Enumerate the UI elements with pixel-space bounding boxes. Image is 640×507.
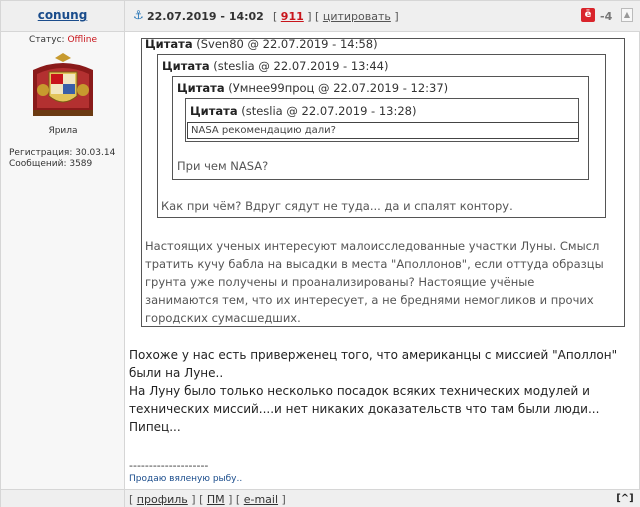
bracket: ] [ [307, 10, 320, 23]
quote-header: Цитата (Sven80 @ 22.07.2019 - 14:58) [145, 37, 378, 51]
quote-label: Цитата [177, 81, 225, 95]
bracket: [ [129, 493, 134, 506]
bracket: [ [273, 10, 278, 23]
post-footer: [ профиль ] [ ПМ ] [ e-mail ] [^] [1, 489, 640, 507]
profile-link[interactable]: профиль [137, 493, 188, 506]
quote-label: Цитата [145, 37, 193, 51]
status-label: Статус: [29, 35, 65, 45]
rating-up-icon[interactable]: ▲ [621, 8, 633, 22]
user-stats: Регистрация: 30.03.14 Сообщений: 3589 [9, 148, 115, 170]
forum-post: conung ⚓ 22.07.2019 - 14:02 [ 911 ] [ ци… [0, 0, 640, 507]
signature-text: Продаю вяленую рыбу.. [129, 474, 243, 484]
email-link[interactable]: e-mail [244, 493, 278, 506]
quote-label: Цитата [162, 59, 210, 73]
status-value: Offline [67, 35, 97, 45]
quote-source: (Sven80 @ 22.07.2019 - 14:58) [196, 37, 378, 51]
quote-text: Настоящих ученых интересуют малоисследов… [145, 239, 604, 325]
rating-value: -4 [600, 10, 613, 23]
bracket: ] [394, 10, 399, 23]
quote-source: (steslia @ 22.07.2019 - 13:28) [241, 104, 417, 118]
avatar[interactable] [27, 50, 99, 122]
author-header: conung [1, 1, 125, 32]
quote-source: (steslia @ 22.07.2019 - 13:44) [213, 59, 389, 73]
registration-date: Регистрация: 30.03.14 [9, 148, 116, 158]
quote-header: Цитата (steslia @ 22.07.2019 - 13:28) [190, 104, 416, 118]
user-info-panel: Статус: Offline Ярила Регистрация: 30.03… [1, 32, 125, 489]
anchor-icon[interactable]: ⚓ [133, 8, 144, 22]
message-line: На Луну было только несколько посадок вс… [129, 384, 600, 416]
cite-link[interactable]: цитировать [323, 10, 391, 23]
scroll-top-button[interactable]: [^] [615, 492, 635, 506]
quote-label: Цитата [190, 104, 238, 118]
quote-text: Как при чём? Вдруг сядут не туда... да и… [161, 199, 513, 213]
quote-text: При чем NASA? [177, 159, 269, 173]
message-body: Похоже у нас есть приверженец того, что … [129, 346, 639, 436]
reputation-bar: [ 911 ] [ цитировать ] [273, 10, 399, 23]
signature-divider: -------------------- [129, 459, 209, 472]
quote-text: NASA рекомендацию дали? [187, 122, 579, 139]
post-content: Цитата (Sven80 @ 22.07.2019 - 14:58) Цит… [125, 32, 640, 489]
bracket: ] [ [228, 493, 241, 506]
quote-source: (Умнее99проц @ 22.07.2019 - 12:37) [228, 81, 449, 95]
post-header: ⚓ 22.07.2019 - 14:02 [ 911 ] [ цитироват… [125, 1, 640, 32]
bracket: ] [281, 493, 286, 506]
post-datetime: 22.07.2019 - 14:02 [147, 10, 264, 23]
bracket: ] [ [191, 493, 204, 506]
reputation-link[interactable]: 911 [281, 10, 304, 23]
user-status: Статус: Offline [1, 35, 125, 45]
rating-down-icon[interactable]: ē [581, 8, 595, 22]
message-line: Пипец... [129, 420, 181, 434]
footer-links: [ профиль ] [ ПМ ] [ e-mail ] [129, 493, 286, 506]
post-count: Сообщений: 3589 [9, 159, 93, 169]
user-rank: Ярила [48, 126, 78, 136]
author-nick-link[interactable]: conung [38, 8, 88, 22]
quote-header: Цитата (Умнее99проц @ 22.07.2019 - 12:37… [177, 81, 448, 95]
pm-link[interactable]: ПМ [207, 493, 225, 506]
footer-left-cell [1, 490, 125, 507]
quote-header: Цитата (steslia @ 22.07.2019 - 13:44) [162, 59, 388, 73]
message-line: Похоже у нас есть приверженец того, что … [129, 348, 618, 380]
